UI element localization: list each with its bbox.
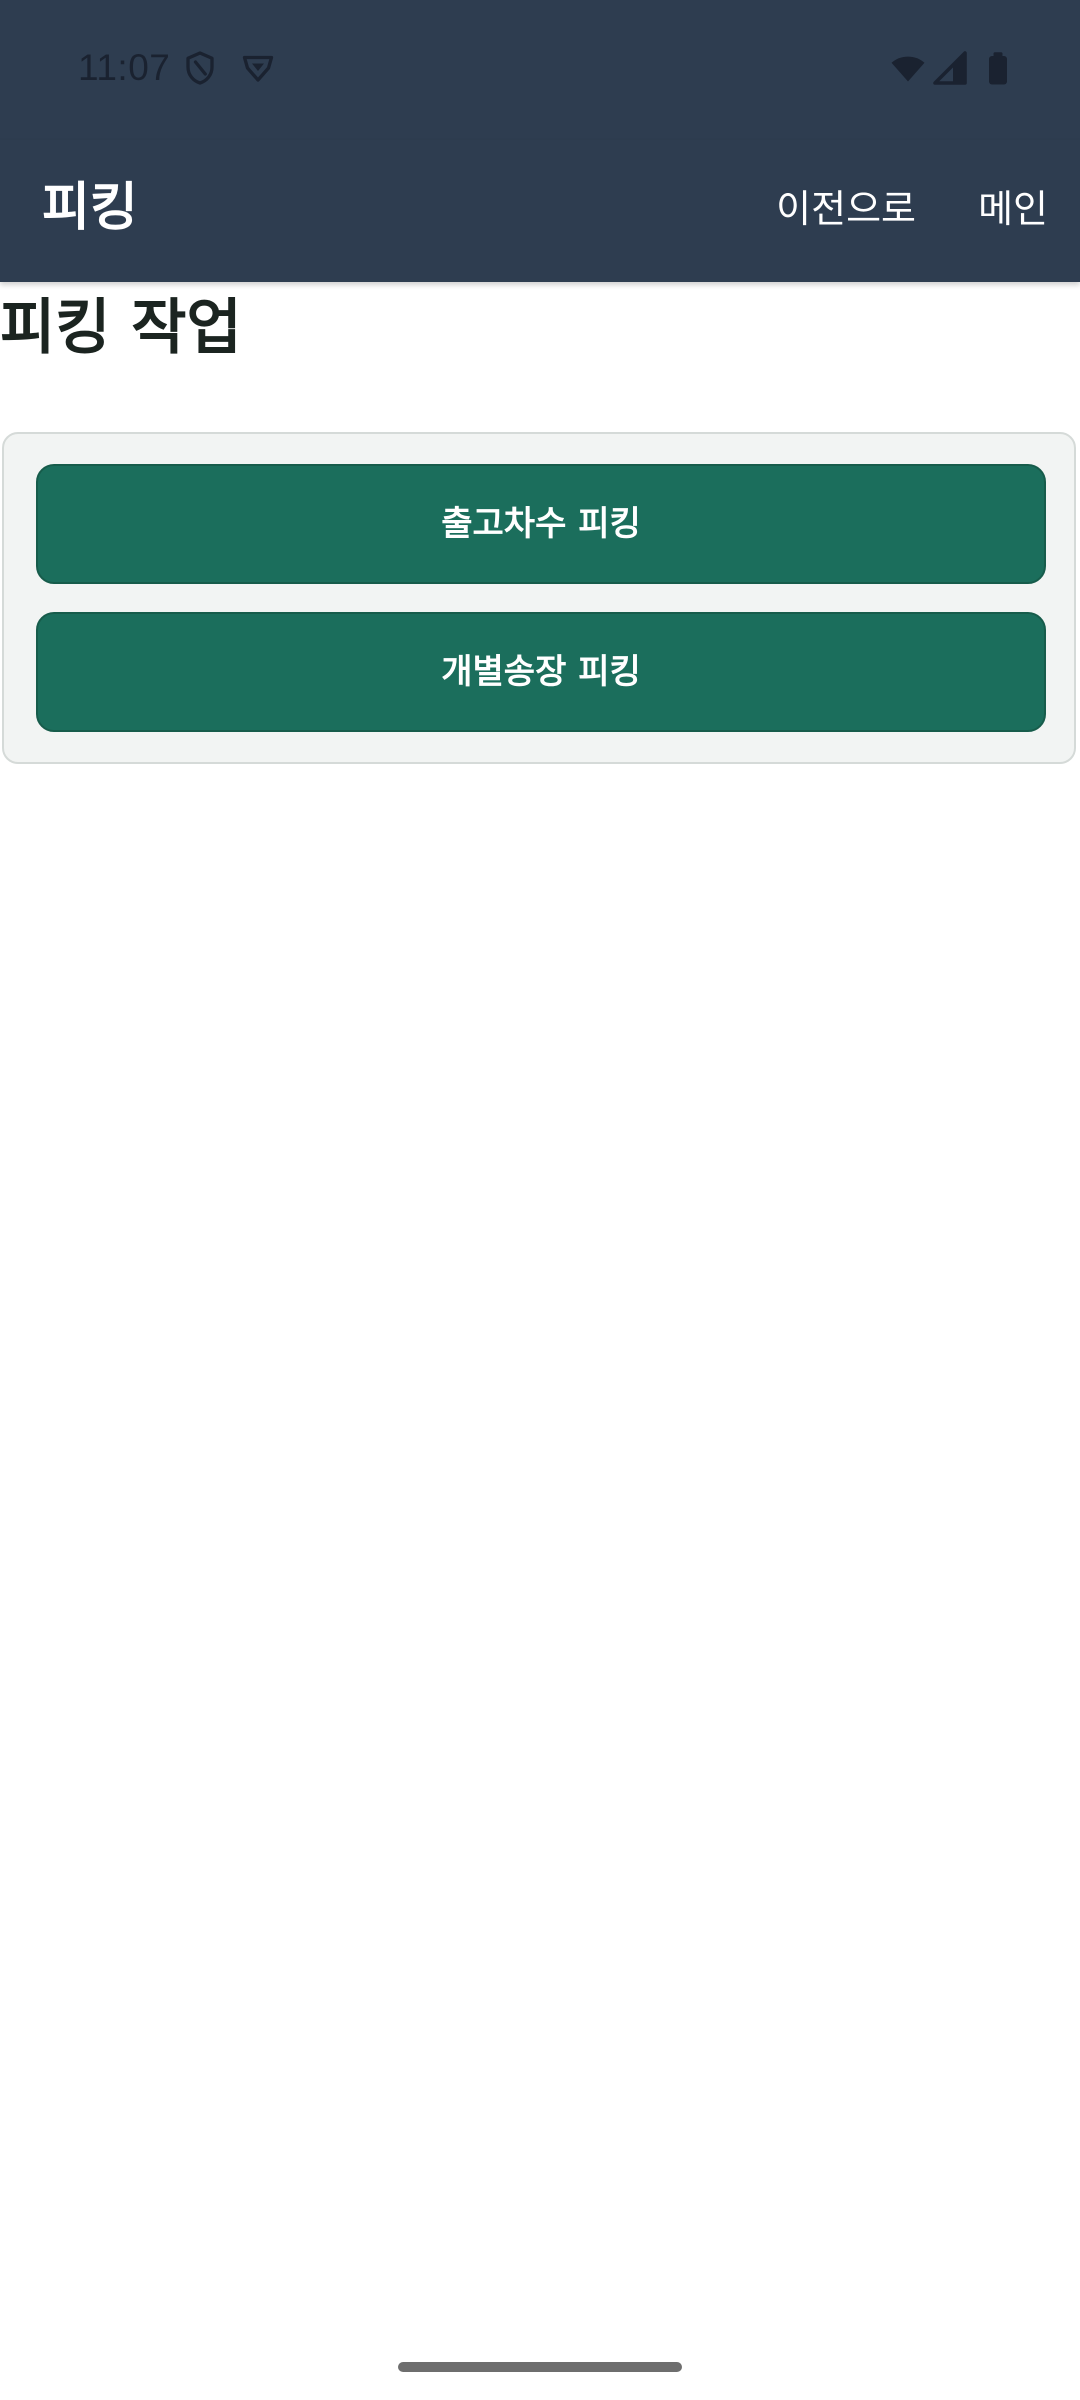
wifi-icon bbox=[891, 56, 925, 82]
invoice-picking-button[interactable]: 개별송장 피킹 bbox=[36, 612, 1046, 732]
shield-icon bbox=[186, 51, 214, 85]
home-indicator[interactable] bbox=[398, 2362, 682, 2372]
wave-picking-button[interactable]: 출고차수 피킹 bbox=[36, 464, 1046, 584]
vpn-icon bbox=[242, 55, 274, 82]
page-heading: 피킹 작업 bbox=[0, 293, 242, 363]
status-bar: 11:07 bbox=[0, 0, 1080, 140]
battery-icon bbox=[989, 52, 1007, 85]
app-title: 피킹 bbox=[42, 178, 138, 238]
back-button[interactable]: 이전으로 bbox=[776, 184, 916, 234]
status-time: 11:07 bbox=[78, 47, 171, 88]
cellular-signal-icon bbox=[933, 51, 967, 85]
picking-action-panel: 출고차수 피킹 개별송장 피킹 bbox=[2, 432, 1076, 764]
app-bar: 피킹 이전으로 메인 bbox=[0, 140, 1080, 282]
main-menu-button[interactable]: 메인 bbox=[978, 184, 1048, 234]
